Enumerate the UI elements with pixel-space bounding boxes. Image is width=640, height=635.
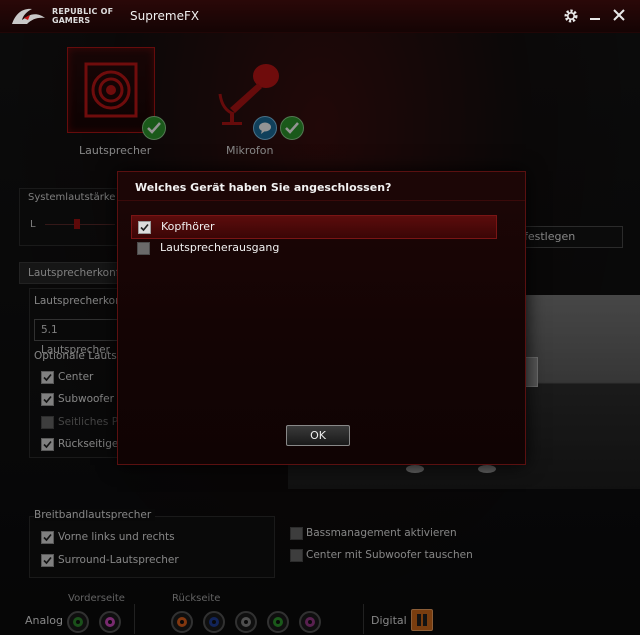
close-icon[interactable]: [610, 7, 628, 25]
speaker-output-label: Lautsprecherausgang: [160, 241, 280, 254]
title-bar: REPUBLIC OF GAMERS SupremeFX: [0, 0, 640, 33]
rog-logo: REPUBLIC OF GAMERS: [10, 6, 128, 28]
headphones-checkbox[interactable]: [138, 221, 151, 234]
dialog-title: Welches Gerät haben Sie angeschlossen?: [135, 181, 392, 194]
logo-text-line1: REPUBLIC OF: [52, 7, 114, 16]
gear-icon[interactable]: [562, 7, 580, 25]
ok-button-label: OK: [310, 429, 326, 442]
headphones-label: Kopfhörer: [161, 220, 215, 233]
device-selection-dialog: Welches Gerät haben Sie angeschlossen? K…: [117, 171, 526, 465]
logo-text-line2: GAMERS: [52, 16, 91, 25]
app-title: SupremeFX: [130, 9, 200, 23]
ok-button[interactable]: OK: [286, 425, 350, 446]
dialog-option-speaker-output[interactable]: Lautsprecherausgang: [131, 237, 495, 259]
minimize-icon[interactable]: [586, 7, 604, 25]
speaker-output-checkbox[interactable]: [137, 242, 150, 255]
dialog-option-headphones[interactable]: Kopfhörer: [131, 215, 497, 239]
dialog-title-divider: [118, 200, 525, 201]
